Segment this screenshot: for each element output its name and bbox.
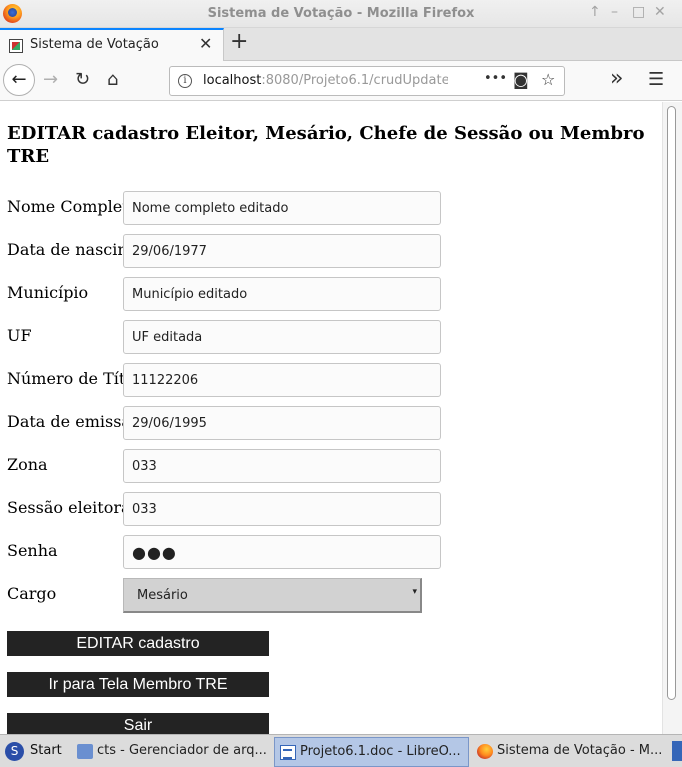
window-keep-above-icon[interactable]: ↑ [589, 4, 601, 20]
chevron-down-icon: ▾ [412, 587, 417, 597]
tab-close-icon[interactable]: ✕ [199, 34, 212, 53]
page-title: EDITAR cadastro Eleitor, Mesário, Chefe … [7, 123, 645, 167]
back-button[interactable]: ← [3, 64, 35, 96]
folder-icon [77, 744, 93, 759]
taskbar-item-label: cts - Gerenciador de arq... [97, 743, 267, 758]
nome-completo-input[interactable] [123, 191, 441, 225]
taskbar-item-label: Projeto6.1.doc - LibreO... [300, 744, 461, 759]
uf-input[interactable] [123, 320, 441, 354]
url-bar[interactable]: i localhost:8080/Projeto6.1/crudUpdate •… [169, 66, 565, 96]
forward-button[interactable]: → [43, 69, 58, 90]
tab-sistema-de-votacao[interactable]: Sistema de Votação ✕ [0, 28, 224, 61]
tab-strip: Sistema de Votação ✕ + [0, 28, 682, 61]
start-menu-icon: S [5, 742, 24, 761]
window-close-icon[interactable]: ✕ [654, 4, 666, 20]
taskbar-item-label: Sistema de Votação - M... [497, 743, 663, 758]
window-titlebar: Sistema de Votação - Mozilla Firefox ↑ –… [0, 0, 682, 28]
senha-input[interactable] [123, 535, 441, 569]
scrollbar-thumb[interactable] [667, 106, 676, 700]
sessao-eleitoral-input[interactable] [123, 492, 441, 526]
zona-input[interactable] [123, 449, 441, 483]
bookmark-star-icon[interactable]: ☆ [541, 70, 555, 89]
overflow-menu-icon[interactable]: » [610, 66, 623, 91]
data-nascimento-input[interactable] [123, 234, 441, 268]
reload-button[interactable]: ↻ [75, 69, 90, 90]
tab-title: Sistema de Votação [30, 37, 159, 52]
window-maximize-icon[interactable]: □ [632, 4, 645, 20]
pocket-icon[interactable]: ◙ [513, 70, 529, 89]
document-icon [280, 745, 296, 760]
navigation-toolbar: ← → ↻ ⌂ i localhost:8080/Projeto6.1/crud… [0, 61, 682, 101]
numero-titulo-label: Número de Título [7, 369, 123, 388]
data-emissao-label: Data de emissão [7, 412, 123, 431]
uf-label: UF [7, 326, 32, 345]
hamburger-menu-icon[interactable]: ☰ [648, 69, 664, 90]
cargo-selected-value: Mesário [137, 588, 188, 603]
senha-label: Senha [7, 541, 58, 560]
new-tab-button[interactable]: + [230, 29, 248, 54]
start-button[interactable]: S Start [2, 738, 68, 766]
tela-membro-tre-button[interactable]: Ir para Tela Membro TRE [7, 672, 269, 697]
system-tray-icon[interactable] [672, 741, 682, 761]
url-text[interactable]: localhost:8080/Projeto6.1/crudUpdate [203, 73, 448, 88]
sessao-eleitoral-label: Sessão eleitoral [7, 498, 123, 517]
page-viewport: EDITAR cadastro Eleitor, Mesário, Chefe … [0, 102, 662, 734]
taskbar-item-firefox[interactable]: Sistema de Votação - M... [472, 737, 670, 767]
numero-titulo-input[interactable] [123, 363, 441, 397]
page-actions-icon[interactable]: ••• [484, 71, 507, 86]
firefox-icon [477, 744, 493, 759]
municipio-label: Município [7, 283, 89, 302]
site-info-icon[interactable]: i [178, 74, 192, 88]
sair-button[interactable]: Sair [7, 713, 269, 734]
taskbar: S Start cts - Gerenciador de arq... Proj… [0, 734, 682, 767]
editar-cadastro-button[interactable]: EDITAR cadastro [7, 631, 269, 656]
cargo-label: Cargo [7, 584, 57, 603]
cargo-select[interactable]: Mesário ▾ [123, 578, 422, 613]
window-title: Sistema de Votação - Mozilla Firefox [207, 6, 475, 21]
data-emissao-input[interactable] [123, 406, 441, 440]
page-scrollbar[interactable] [662, 102, 682, 734]
data-nascimento-label: Data de nascimento [7, 240, 123, 259]
municipio-input[interactable] [123, 277, 441, 311]
home-button[interactable]: ⌂ [107, 69, 118, 90]
url-host: localhost [203, 73, 262, 88]
zona-label: Zona [7, 455, 48, 474]
taskbar-item-file-manager[interactable]: cts - Gerenciador de arq... [72, 737, 272, 767]
url-path: :8080/Projeto6.1/crudUpdate [261, 73, 448, 88]
start-label: Start [30, 743, 62, 758]
window-minimize-icon[interactable]: – [611, 4, 618, 20]
nome-completo-label: Nome Completo [7, 197, 123, 216]
page-favicon-icon [9, 39, 23, 53]
taskbar-item-libreoffice[interactable]: Projeto6.1.doc - LibreO... [274, 737, 469, 767]
